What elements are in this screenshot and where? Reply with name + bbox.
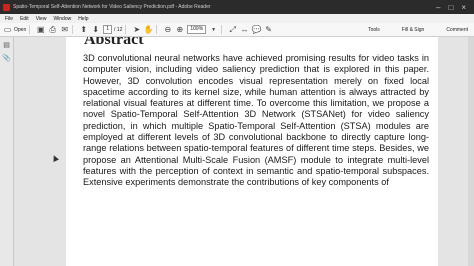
title-bar: Spatio-Temporal Self-Attention Network f…: [0, 0, 474, 14]
next-page-icon[interactable]: ⬇: [91, 25, 100, 34]
close-icon[interactable]: ×: [461, 3, 466, 12]
toolbar-divider: [72, 25, 74, 34]
abstract-paragraph: 3D convolutional neural networks have ac…: [83, 53, 429, 188]
select-tool-icon[interactable]: ➤: [132, 25, 141, 34]
toolbar: ▭ Open ▣ ⎙ ✉ ⬆ ⬇ 1 / 12 ➤ ✋ ⊖ ⊕ 109% ▼ ⤢…: [0, 23, 474, 37]
comment-bubble-icon[interactable]: 💬: [252, 25, 262, 34]
minimize-icon[interactable]: –: [436, 3, 440, 12]
toolbar-divider: [221, 25, 223, 34]
email-icon[interactable]: ✉: [60, 25, 69, 34]
toolbar-divider: [125, 25, 127, 34]
menu-file[interactable]: File: [5, 16, 13, 22]
maximize-icon[interactable]: □: [448, 3, 453, 12]
zoom-out-icon[interactable]: ⊖: [163, 25, 172, 34]
window-title: Spatio-Temporal Self-Attention Network f…: [13, 4, 211, 10]
page-total: / 12: [114, 26, 123, 33]
open-folder-icon[interactable]: ▭: [3, 25, 12, 34]
fit-width-icon[interactable]: ↔: [240, 25, 249, 34]
zoom-field[interactable]: 109%: [187, 25, 207, 34]
pdf-page: Abstract 3D convolutional neural network…: [66, 37, 438, 266]
save-icon[interactable]: ▣: [36, 25, 45, 34]
vertical-scrollbar[interactable]: [468, 37, 474, 266]
page-thumbnails-icon[interactable]: ▤: [2, 41, 11, 50]
toolbar-divider: [29, 25, 31, 34]
tools-pane-button[interactable]: Tools: [368, 27, 380, 33]
section-heading: Abstract: [84, 37, 144, 48]
navigation-pane: ▤ 📎: [0, 37, 14, 266]
fill-sign-pane-button[interactable]: Fill & Sign: [402, 27, 425, 33]
comment-pane-button[interactable]: Comment: [446, 27, 468, 33]
menu-view[interactable]: View: [36, 16, 47, 22]
fit-page-icon[interactable]: ⤢: [228, 25, 237, 34]
menu-bar: File Edit View Window Help: [0, 14, 474, 23]
menu-edit[interactable]: Edit: [20, 16, 29, 22]
menu-window[interactable]: Window: [53, 16, 71, 22]
print-icon[interactable]: ⎙: [48, 25, 57, 34]
adobe-reader-icon: [3, 3, 10, 11]
previous-page-icon[interactable]: ⬆: [79, 25, 88, 34]
document-area[interactable]: Abstract 3D convolutional neural network…: [14, 37, 474, 266]
page-number-field[interactable]: 1: [103, 25, 113, 34]
zoom-in-icon[interactable]: ⊕: [175, 25, 184, 34]
attachments-icon[interactable]: 📎: [2, 54, 11, 63]
hand-tool-icon[interactable]: ✋: [144, 25, 154, 34]
toolbar-divider: [156, 25, 158, 34]
highlight-icon[interactable]: ✎: [264, 25, 273, 34]
menu-help[interactable]: Help: [78, 16, 88, 22]
adobe-reader-window: Spatio-Temporal Self-Attention Network f…: [0, 0, 474, 266]
chevron-down-icon[interactable]: ▼: [209, 25, 218, 34]
open-button[interactable]: Open: [14, 27, 26, 33]
